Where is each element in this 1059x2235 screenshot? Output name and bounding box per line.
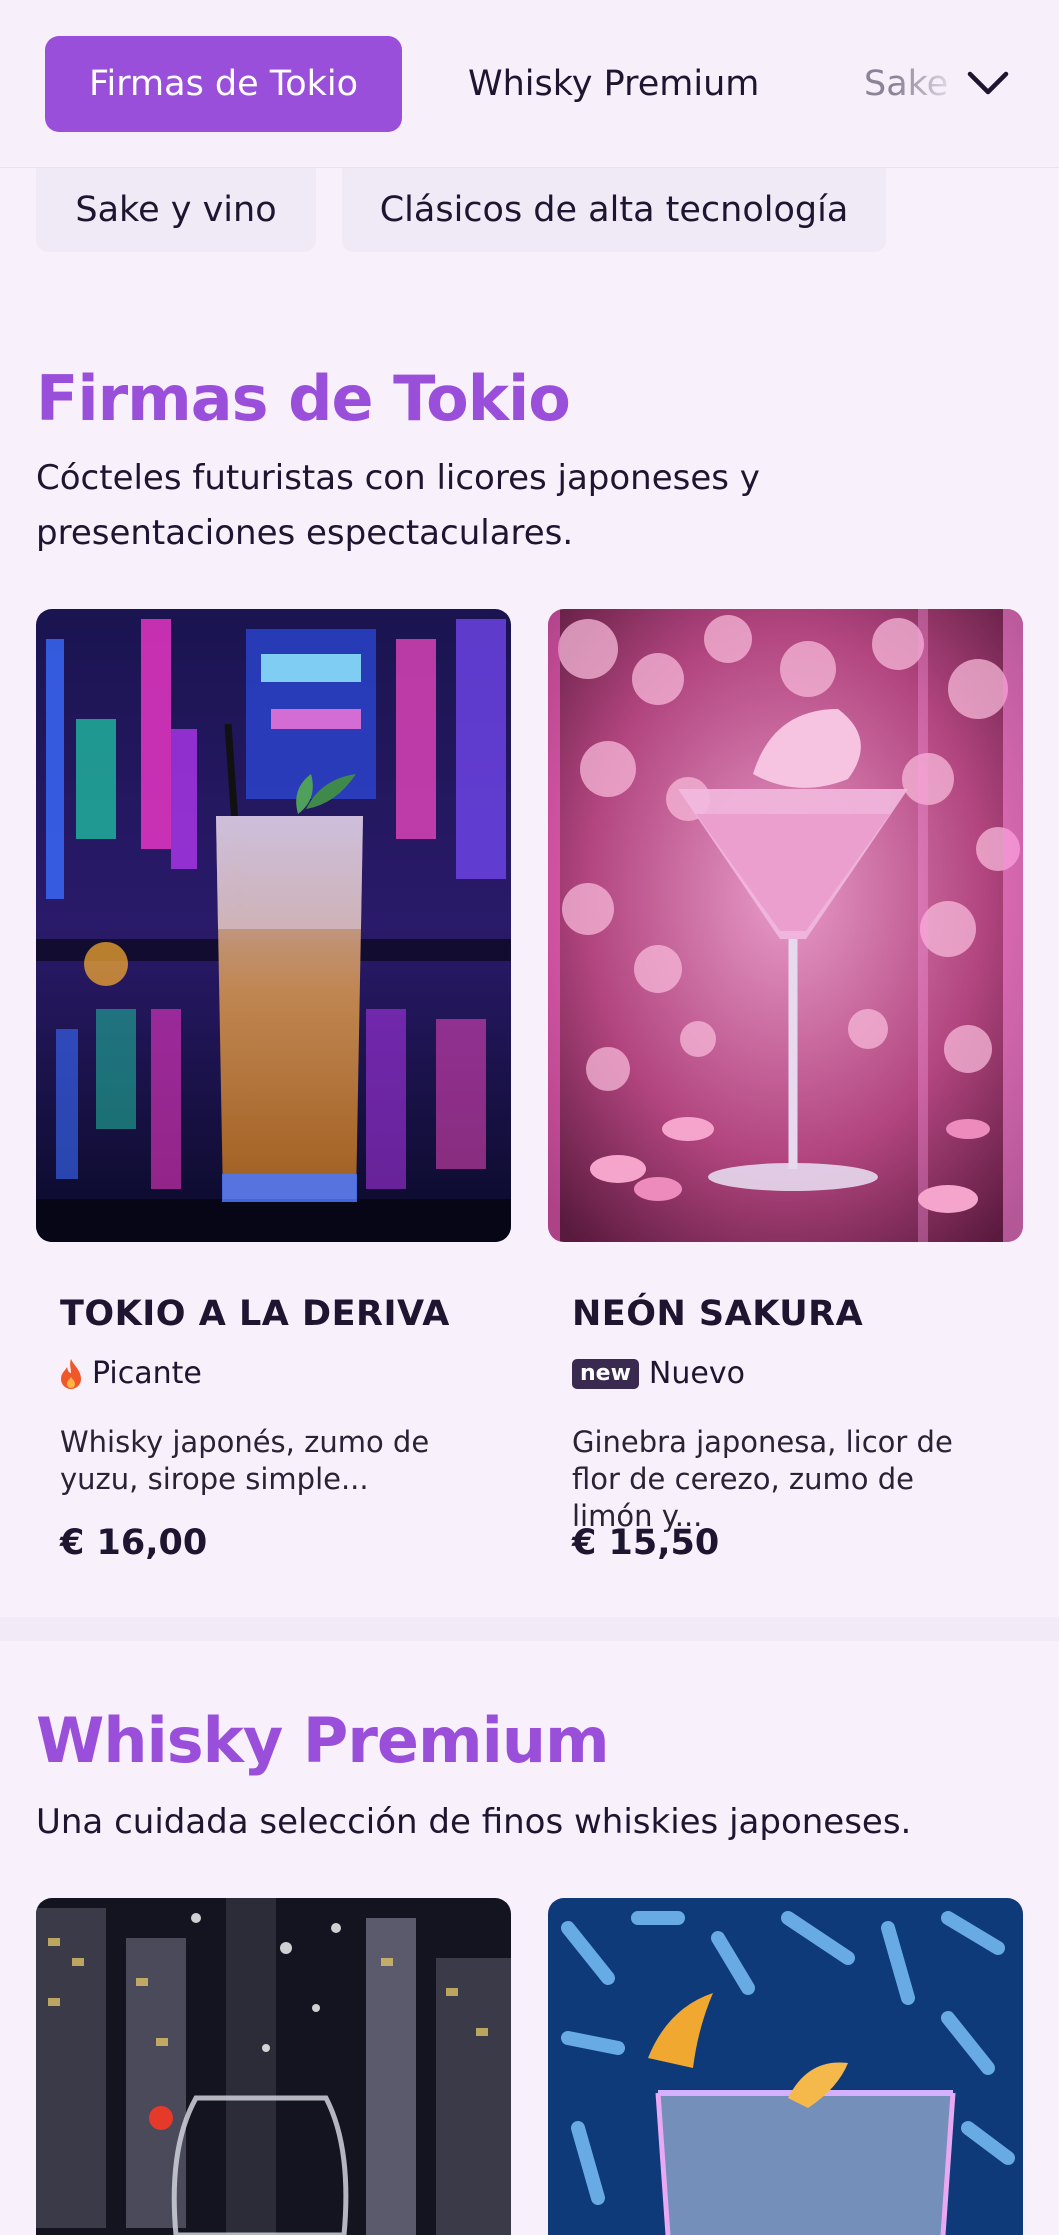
- chip-sake-y-vino[interactable]: Sake y vino: [36, 168, 316, 252]
- drink-description: Ginebra japonesa, licor de flor de cerez…: [572, 1425, 953, 1533]
- flame-icon: [61, 1358, 81, 1389]
- drink-description: Whisky japonés, zumo de yuzu, sirope sim…: [60, 1425, 430, 1496]
- tab-firmas-de-tokio[interactable]: Firmas de Tokio: [45, 36, 402, 132]
- tab-whisky-premium[interactable]: Whisky Premium: [468, 36, 759, 132]
- section-title: Firmas de Tokio: [36, 362, 571, 435]
- section-title: Whisky Premium: [36, 1704, 610, 1777]
- drink-tag: Picante: [60, 1356, 202, 1391]
- drink-price: € 16,00: [60, 1523, 208, 1563]
- drink-price: € 15,50: [572, 1523, 720, 1563]
- chip-clasicos-alta-tecnologia[interactable]: Clásicos de alta tecnología: [342, 168, 886, 252]
- section-description: Una cuidada selección de finos whiskies …: [36, 1802, 912, 1842]
- drink-image-neon-sakura[interactable]: [548, 609, 1023, 1242]
- drink-name: NEÓN SAKURA: [572, 1294, 864, 1334]
- category-nav: Firmas de Tokio Whisky Premium Sake y vi…: [0, 0, 1059, 168]
- drink-tag: new Nuevo: [572, 1356, 745, 1391]
- drink-image-whisky-2[interactable]: [548, 1898, 1023, 2235]
- expand-categories-button[interactable]: [955, 50, 1021, 116]
- drink-image-whisky-1[interactable]: [36, 1898, 511, 2235]
- drink-tag-label: Nuevo: [648, 1356, 745, 1391]
- drink-name: TOKIO A LA DERIVA: [60, 1294, 450, 1334]
- section-description: Cócteles futuristas con licores japonese…: [36, 458, 760, 553]
- drink-image-tokio-a-la-deriva[interactable]: [36, 609, 511, 1242]
- new-badge: new: [572, 1358, 639, 1389]
- drink-tag-label: Picante: [92, 1356, 202, 1391]
- chevron-down-icon: [967, 71, 1009, 95]
- section-divider: [0, 1617, 1059, 1641]
